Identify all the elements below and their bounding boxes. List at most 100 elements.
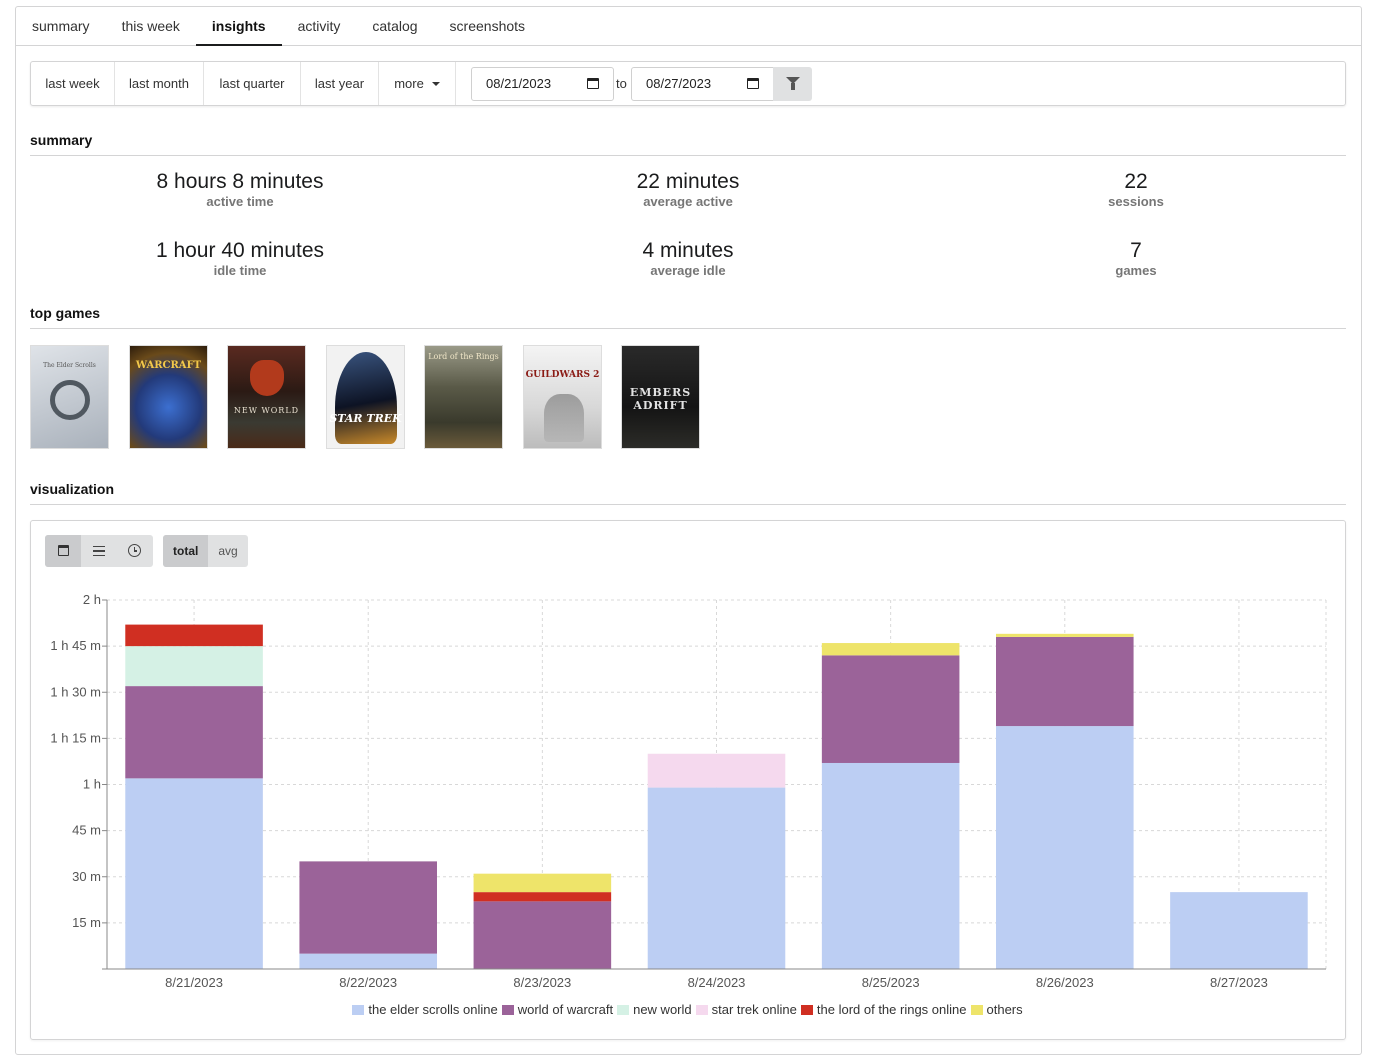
cover-art-text: EMBERS ADRIFT bbox=[629, 386, 692, 412]
preset-last-month-button[interactable]: last month bbox=[115, 62, 204, 105]
stat-average-idle: 4 minutes average idle bbox=[538, 239, 838, 279]
x-tick-label: 8/24/2023 bbox=[688, 975, 746, 990]
date-filter-bar: last week last month last quarter last y… bbox=[30, 61, 1346, 106]
legend-swatch bbox=[970, 1005, 983, 1015]
bar-segment bbox=[821, 643, 960, 656]
game-cover-world-of-warcraft[interactable]: WARCRAFT bbox=[129, 345, 208, 449]
legend-swatch bbox=[352, 1005, 365, 1015]
visualization-heading: visualization bbox=[30, 481, 1346, 505]
calendar-icon[interactable] bbox=[587, 78, 599, 89]
avg-button[interactable]: avg bbox=[208, 535, 247, 567]
end-date-value: 08/27/2023 bbox=[646, 76, 712, 91]
bar-segment bbox=[995, 726, 1134, 969]
y-tick-label: 1 h 30 m bbox=[50, 684, 101, 699]
preset-last-year-button[interactable]: last year bbox=[301, 62, 379, 105]
more-dropdown[interactable]: more bbox=[379, 62, 456, 105]
tab-activity[interactable]: activity bbox=[282, 7, 357, 46]
stat-idle-time: 1 hour 40 minutes idle time bbox=[90, 239, 390, 279]
stat-value: 1 hour 40 minutes bbox=[155, 239, 325, 262]
start-date-value: 08/21/2023 bbox=[486, 76, 552, 91]
legend-item[interactable]: new world bbox=[617, 1002, 692, 1017]
stat-label: active time bbox=[206, 194, 274, 209]
helmet-icon bbox=[250, 360, 284, 396]
character-art-icon bbox=[544, 394, 584, 442]
bar-segment bbox=[1170, 892, 1308, 969]
y-tick-label: 1 h bbox=[83, 777, 101, 792]
calendar-icon bbox=[58, 545, 69, 556]
end-date-input[interactable]: 08/27/2023 bbox=[631, 67, 774, 101]
stacked-bar-chart: 15 m 30 m 45 m 1 h 1 h 15 m 1 h 30 m 1 h 45 m 2… bbox=[50, 592, 1327, 990]
bar-segment bbox=[995, 636, 1134, 727]
calendar-view-button[interactable] bbox=[45, 535, 81, 567]
legend-label: the elder scrolls online bbox=[368, 1002, 498, 1017]
bar-segment bbox=[821, 762, 960, 969]
clock-icon bbox=[128, 544, 141, 557]
start-date-input[interactable]: 08/21/2023 bbox=[471, 67, 614, 101]
clock-view-button[interactable] bbox=[117, 535, 153, 567]
legend-item[interactable]: the elder scrolls online bbox=[352, 1002, 498, 1017]
cover-art-text: STAR TREK bbox=[329, 412, 402, 425]
more-label: more bbox=[394, 76, 424, 91]
tab-insights[interactable]: insights bbox=[195, 7, 282, 46]
legend-swatch bbox=[800, 1005, 813, 1015]
preset-last-quarter-button[interactable]: last quarter bbox=[204, 62, 301, 105]
y-tick-label: 30 m bbox=[72, 869, 101, 884]
game-cover-lotro[interactable]: Lord of the Rings bbox=[424, 345, 503, 449]
legend-label: star trek online bbox=[711, 1002, 797, 1017]
cover-art-text: The Elder Scrolls bbox=[43, 362, 96, 369]
bar-segment bbox=[299, 861, 438, 954]
stat-value: 8 hours 8 minutes bbox=[156, 170, 324, 193]
tab-screenshots[interactable]: screenshots bbox=[434, 7, 541, 46]
total-button[interactable]: total bbox=[163, 535, 209, 567]
legend-item[interactable]: the lord of the rings online bbox=[800, 1002, 967, 1017]
bar-segment bbox=[473, 873, 612, 893]
x-tick-label: 8/27/2023 bbox=[1210, 975, 1268, 990]
stat-value: 7 bbox=[1130, 239, 1142, 262]
tab-catalog[interactable]: catalog bbox=[356, 7, 433, 46]
preset-last-week-button[interactable]: last week bbox=[31, 62, 115, 105]
caret-down-icon bbox=[431, 82, 440, 86]
bar-segment bbox=[299, 953, 438, 969]
bar-segment bbox=[473, 892, 612, 902]
top-games-heading: top games bbox=[30, 305, 1346, 329]
stat-sessions: 22 sessions bbox=[986, 170, 1286, 210]
game-cover-new-world[interactable]: NEW WORLD bbox=[227, 345, 306, 449]
legend-label: others bbox=[986, 1002, 1023, 1017]
x-tick-label: 8/22/2023 bbox=[339, 975, 397, 990]
x-tick-label: 8/23/2023 bbox=[513, 975, 571, 990]
game-cover-guild-wars-2[interactable]: GUILDWARS 2 bbox=[523, 345, 602, 449]
legend-label: new world bbox=[633, 1002, 692, 1017]
cover-art-text: NEW WORLD bbox=[233, 406, 300, 415]
game-cover-embers-adrift[interactable]: EMBERS ADRIFT bbox=[621, 345, 700, 449]
y-tick-label: 2 h bbox=[83, 592, 101, 607]
tab-this-week[interactable]: this week bbox=[106, 7, 196, 46]
tab-bar: summary this week insights activity cata… bbox=[16, 7, 1361, 46]
legend-swatch bbox=[695, 1005, 708, 1015]
stat-value: 4 minutes bbox=[642, 239, 734, 262]
legend-label: the lord of the rings online bbox=[816, 1002, 967, 1017]
stat-label: games bbox=[1115, 263, 1157, 278]
bar-segment bbox=[125, 646, 263, 687]
legend-swatch bbox=[617, 1005, 630, 1015]
cover-art-text: GUILDWARS 2 bbox=[525, 370, 600, 380]
y-tick-label: 1 h 45 m bbox=[50, 638, 101, 653]
tab-summary[interactable]: summary bbox=[16, 7, 106, 46]
summary-heading: summary bbox=[30, 132, 1346, 156]
list-view-button[interactable] bbox=[81, 535, 117, 567]
aggregate-toggle: total avg bbox=[163, 535, 248, 567]
bar-segment bbox=[125, 624, 263, 647]
stat-label: average idle bbox=[650, 263, 726, 278]
x-tick-label: 8/21/2023 bbox=[165, 975, 223, 990]
legend-label: world of warcraft bbox=[517, 1002, 614, 1017]
legend-item[interactable]: world of warcraft bbox=[501, 1002, 614, 1017]
stat-value: 22 minutes bbox=[636, 170, 740, 193]
apply-filter-button[interactable] bbox=[773, 67, 812, 101]
game-cover-star-trek-online[interactable]: STAR TREK bbox=[326, 345, 405, 449]
y-tick-label: 1 h 15 m bbox=[50, 730, 101, 745]
calendar-icon[interactable] bbox=[747, 78, 759, 89]
game-cover-elder-scrolls[interactable]: The Elder Scrolls bbox=[30, 345, 109, 449]
legend-item[interactable]: others bbox=[970, 1002, 1023, 1017]
list-icon bbox=[93, 546, 105, 556]
legend-item[interactable]: star trek online bbox=[695, 1002, 797, 1017]
bar-segment bbox=[473, 901, 612, 969]
